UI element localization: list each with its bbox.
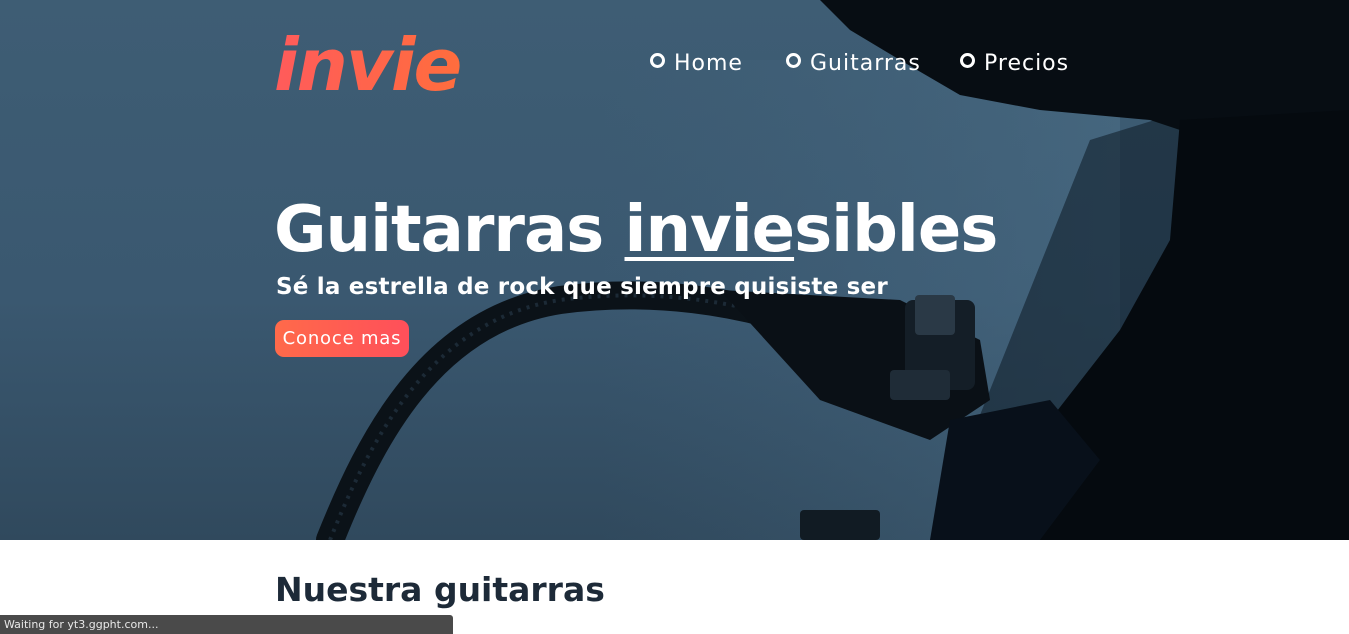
hero-subtitle: Sé la estrella de rock que siempre quisi… [276, 274, 888, 300]
nav-link-label: Guitarras [810, 51, 921, 76]
browser-status-bar: Waiting for yt3.ggpht.com... [0, 615, 453, 634]
section-title-guitarras: Nuestra guitarras [275, 570, 605, 609]
hero-section: invie Home Guitarras Precios Guitarras i… [0, 0, 1349, 540]
nav-link-label: Home [674, 51, 743, 76]
nav-link-home[interactable]: Home [650, 48, 743, 76]
nav-bullet-icon [786, 53, 801, 68]
guitarist-background-image [316, 0, 1349, 540]
hero-title-accent: invie [624, 193, 796, 267]
nav-bullet-icon [650, 53, 665, 68]
conoce-mas-button[interactable]: Conoce mas [275, 320, 409, 357]
nav-bullet-icon [960, 53, 975, 68]
hero-title-main: Guitarras [274, 193, 625, 267]
nav-link-precios[interactable]: Precios [960, 48, 1069, 76]
nav-link-guitarras[interactable]: Guitarras [786, 48, 921, 76]
invie-logo[interactable]: invie [274, 20, 462, 110]
hero-title-rest: sibles [794, 193, 998, 267]
nav-link-label: Precios [984, 51, 1070, 76]
hero-title: Guitarras inviesibles [274, 193, 998, 267]
